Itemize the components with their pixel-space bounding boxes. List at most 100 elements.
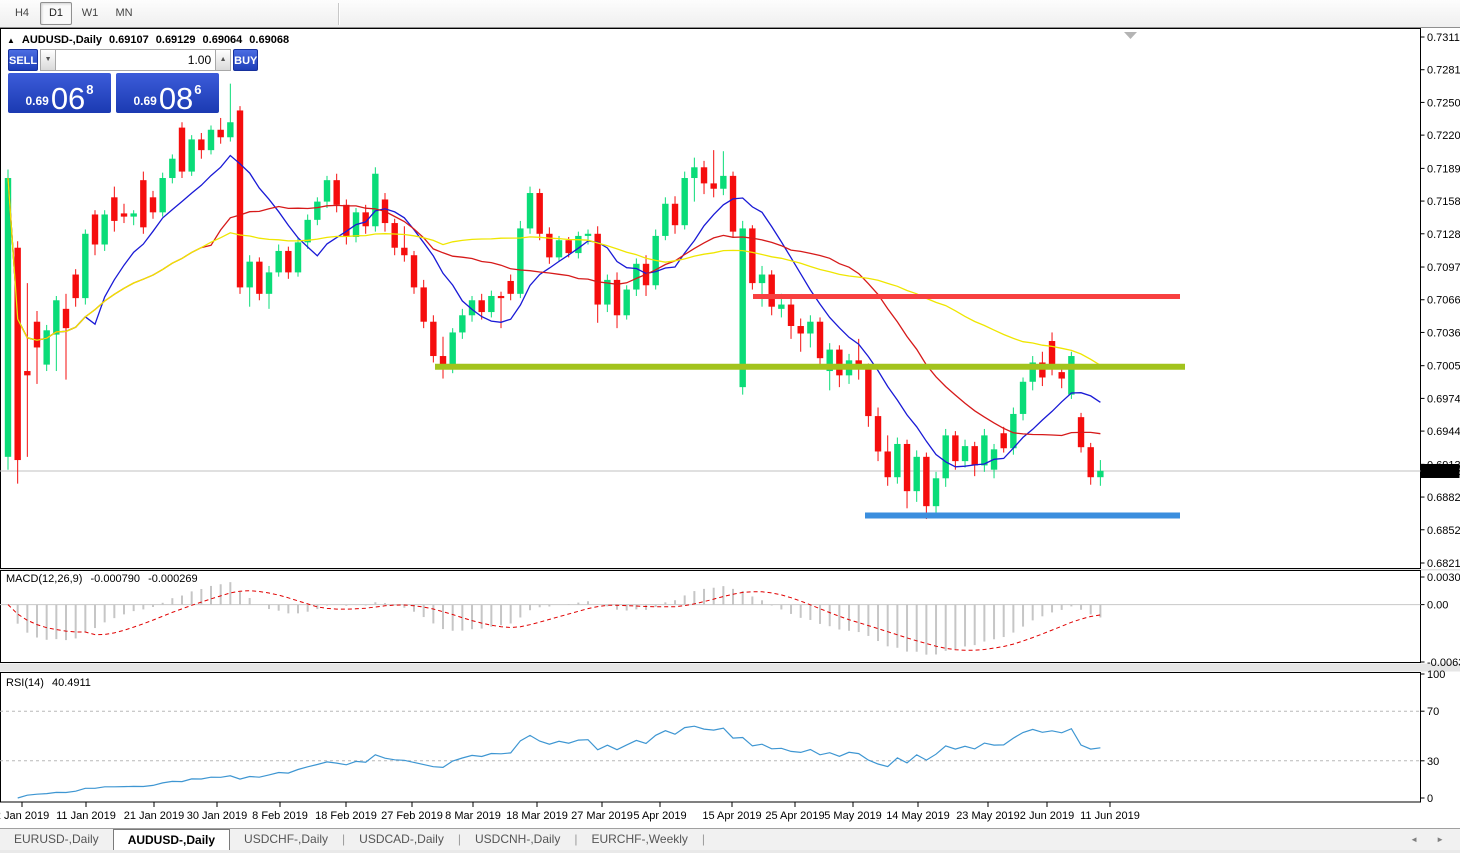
macd-pane: 0.003035 0.00 -0.006311 xyxy=(0,572,1460,669)
svg-text:100: 100 xyxy=(1427,669,1445,681)
symbol-tab-bar: EURUSD-,Daily AUDUSD-,Daily USDCHF-,Dail… xyxy=(0,828,1460,850)
svg-text:2 Jan 2019: 2 Jan 2019 xyxy=(0,810,49,822)
svg-text:8 Mar 2019: 8 Mar 2019 xyxy=(445,810,501,822)
sell-price-display[interactable]: 0.69 06 8 xyxy=(8,73,111,113)
svg-text:18 Feb 2019: 18 Feb 2019 xyxy=(315,810,377,822)
svg-text:5 May 2019: 5 May 2019 xyxy=(824,810,881,822)
timeframe-mn-button[interactable]: MN xyxy=(108,2,140,25)
rsi-indicator-label: RSI(14) 40.4911 xyxy=(6,677,96,689)
svg-text:21 Jan 2019: 21 Jan 2019 xyxy=(124,810,185,822)
buy-price-big-digits: 08 xyxy=(159,82,193,115)
svg-text:25 Apr 2019: 25 Apr 2019 xyxy=(765,810,824,822)
ma-mid-red xyxy=(8,178,1100,436)
svg-text:0.69745: 0.69745 xyxy=(1427,393,1460,405)
svg-text:14 May 2019: 14 May 2019 xyxy=(886,810,950,822)
price-chart-canvas[interactable]: 0.73115 0.72810 0.72505 0.72200 0.71890 0.715… xyxy=(0,28,1460,828)
hline-resistance-red xyxy=(753,294,1180,299)
svg-text:27 Feb 2019: 27 Feb 2019 xyxy=(381,810,443,822)
chart-window[interactable]: 0.73115 0.72810 0.72505 0.72200 0.71890 0.715… xyxy=(0,28,1460,828)
bar-open-value: 0.69107 xyxy=(109,34,149,46)
tab-audusd-daily[interactable]: AUDUSD-,Daily xyxy=(113,829,230,850)
bar-high-value: 0.69129 xyxy=(156,34,196,46)
sell-price-prefix: 0.69 xyxy=(25,94,48,108)
chart-symbol-label: AUDUSD-,Daily xyxy=(22,34,102,46)
tab-usdchf-daily[interactable]: USDCHF-,Daily xyxy=(230,829,342,850)
svg-text:23 May 2019: 23 May 2019 xyxy=(956,810,1020,822)
svg-text:0.00: 0.00 xyxy=(1427,600,1448,612)
svg-text:0.72200: 0.72200 xyxy=(1427,130,1460,142)
rsi-line xyxy=(18,726,1101,798)
svg-text:0.70970: 0.70970 xyxy=(1427,262,1460,274)
svg-text:0.73115: 0.73115 xyxy=(1427,32,1460,44)
timeframe-h4-button[interactable]: H4 xyxy=(6,2,38,25)
sell-price-pip-digit: 8 xyxy=(86,82,93,97)
svg-text:-0.006311: -0.006311 xyxy=(1427,657,1460,669)
buy-price-prefix: 0.69 xyxy=(133,94,156,108)
svg-text:0.71585: 0.71585 xyxy=(1427,196,1460,208)
tab-usdcnh-daily[interactable]: USDCNH-,Daily xyxy=(461,829,574,850)
svg-text:0.70050: 0.70050 xyxy=(1427,361,1460,373)
one-click-trading-panel: SELL ▼ ▲ BUY 0.69 06 8 0.69 08 6 xyxy=(8,49,219,113)
ma-fast-blue xyxy=(8,156,1100,467)
svg-text:27 Mar 2019: 27 Mar 2019 xyxy=(571,810,633,822)
svg-text:11 Jun 2019: 11 Jun 2019 xyxy=(1080,810,1140,822)
svg-text:0.68210: 0.68210 xyxy=(1427,558,1460,570)
svg-text:0: 0 xyxy=(1427,793,1433,805)
tabs-scroll-right-icon[interactable]: ► xyxy=(1436,835,1444,844)
svg-text:30 Jan 2019: 30 Jan 2019 xyxy=(187,810,248,822)
volume-input[interactable] xyxy=(56,49,215,71)
hline-support-blue xyxy=(865,512,1180,518)
tab-separator: | xyxy=(702,829,705,850)
rsi-pane: 100 70 30 0 xyxy=(0,669,1445,805)
tab-usdcad-daily[interactable]: USDCAD-,Daily xyxy=(345,829,458,850)
date-axis: 2 Jan 2019 11 Jan 2019 21 Jan 201930 Jan 2… xyxy=(0,802,1140,822)
price-axis: 0.73115 0.72810 0.72505 0.72200 0.71890 0.715… xyxy=(1421,32,1460,570)
svg-text:0.68520: 0.68520 xyxy=(1427,525,1460,537)
svg-text:0.72505: 0.72505 xyxy=(1427,97,1460,109)
rsi-name: RSI(14) xyxy=(6,677,44,689)
macd-name: MACD(12,26,9) xyxy=(6,573,82,585)
mt4-terminal: { "toolbar": { "timeframes": [ {"label":… xyxy=(0,0,1460,853)
svg-text:30: 30 xyxy=(1427,756,1439,768)
bar-close-value: 0.69068 xyxy=(249,34,289,46)
buy-button[interactable]: BUY xyxy=(233,49,258,71)
svg-text:11 Jan 2019: 11 Jan 2019 xyxy=(56,810,116,822)
ma-slow-yellow xyxy=(8,178,1100,365)
timeframe-toolbar: H4 D1 W1 MN xyxy=(0,0,1460,28)
svg-text:0.70665: 0.70665 xyxy=(1427,295,1460,307)
sell-button[interactable]: SELL xyxy=(8,49,38,71)
buy-price-pip-digit: 6 xyxy=(194,82,201,97)
timeframe-w1-button[interactable]: W1 xyxy=(74,2,106,25)
tab-eurchf-weekly[interactable]: EURCHF-,Weekly xyxy=(577,829,701,850)
svg-text:5 Apr 2019: 5 Apr 2019 xyxy=(633,810,686,822)
svg-text:0.68825: 0.68825 xyxy=(1427,492,1460,504)
svg-text:0.69068: 0.69068 xyxy=(1424,466,1460,478)
scroll-end-icon xyxy=(1124,32,1137,39)
svg-text:0.69440: 0.69440 xyxy=(1427,426,1460,438)
macd-signal-value: -0.000269 xyxy=(148,573,198,585)
chart-title: ▲ AUDUSD-,Daily 0.69107 0.69129 0.69064 … xyxy=(7,34,289,46)
tabs-scroll-left-icon[interactable]: ◄ xyxy=(1410,835,1418,844)
candlestick-layer xyxy=(5,84,1104,519)
svg-text:15 Apr 2019: 15 Apr 2019 xyxy=(702,810,761,822)
svg-text:0.003035: 0.003035 xyxy=(1427,572,1460,584)
volume-down-icon[interactable]: ▼ xyxy=(40,49,56,71)
volume-up-icon[interactable]: ▲ xyxy=(215,49,231,71)
tab-eurusd-daily[interactable]: EURUSD-,Daily xyxy=(0,829,113,850)
volume-stepper: ▼ ▲ xyxy=(40,49,231,71)
svg-text:2 Jun 2019: 2 Jun 2019 xyxy=(1020,810,1074,822)
svg-text:0.72810: 0.72810 xyxy=(1427,65,1460,77)
macd-main-value: -0.000790 xyxy=(90,573,140,585)
buy-price-display[interactable]: 0.69 08 6 xyxy=(116,73,219,113)
sell-price-big-digits: 06 xyxy=(51,82,85,115)
collapse-panel-icon[interactable]: ▲ xyxy=(7,36,15,45)
rsi-value: 40.4911 xyxy=(52,677,91,689)
svg-text:8 Feb 2019: 8 Feb 2019 xyxy=(252,810,308,822)
svg-text:18 Mar 2019: 18 Mar 2019 xyxy=(506,810,568,822)
bar-low-value: 0.69064 xyxy=(203,34,243,46)
svg-text:0.71890: 0.71890 xyxy=(1427,163,1460,175)
svg-text:70: 70 xyxy=(1427,706,1439,718)
hline-pivot-olive xyxy=(435,364,1185,370)
svg-text:0.70360: 0.70360 xyxy=(1427,327,1460,339)
timeframe-d1-button[interactable]: D1 xyxy=(40,2,72,25)
